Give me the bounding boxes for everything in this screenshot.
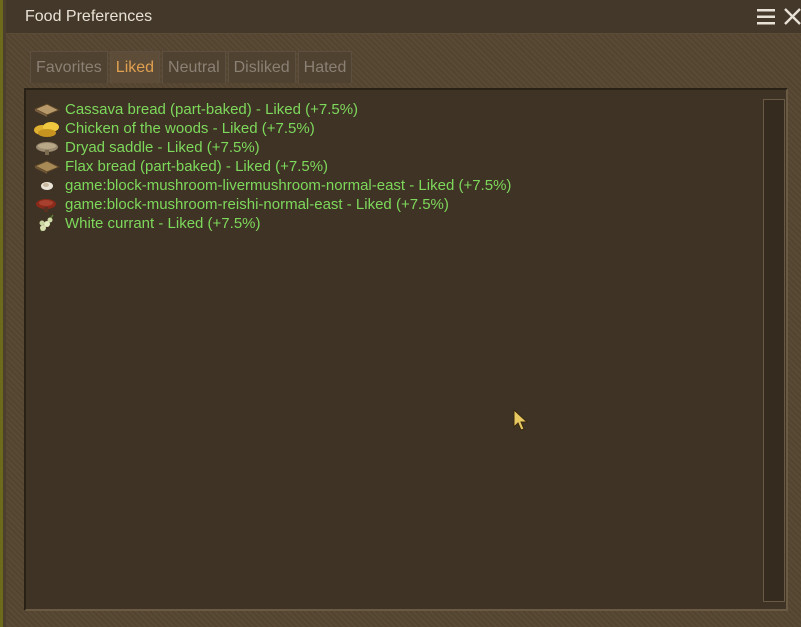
list-item[interactable]: Chicken of the woods - Liked (+7.5%) [33,119,511,138]
dryad-saddle-icon [33,138,61,157]
scrollbar[interactable] [763,99,785,602]
menu-icon[interactable] [757,8,775,25]
tab-hated[interactable]: Hated [297,51,353,83]
item-label: Dryad saddle - Liked (+7.5%) [65,139,260,156]
food-list: Cassava bread (part-baked) - Liked (+7.5… [33,100,511,233]
livermushroom-icon [33,176,61,195]
tab-disliked[interactable]: Disliked [227,51,296,83]
tab-neutral[interactable]: Neutral [162,51,226,83]
list-item[interactable]: Dryad saddle - Liked (+7.5%) [33,138,511,157]
item-label: Cassava bread (part-baked) - Liked (+7.5… [65,101,359,118]
title-bar[interactable]: Food Preferences [6,0,801,34]
item-label: Chicken of the woods - Liked (+7.5%) [65,120,315,137]
close-icon[interactable] [783,7,801,26]
bread-icon [33,100,61,119]
tab-favorites[interactable]: Favorites [30,51,108,83]
list-item[interactable]: Cassava bread (part-baked) - Liked (+7.5… [33,100,511,119]
mouse-cursor-icon [513,408,529,431]
chicken-of-the-woods-icon [33,119,61,138]
list-item[interactable]: game:block-mushroom-livermushroom-normal… [33,176,511,195]
window-title: Food Preferences [25,8,153,25]
item-label: Flax bread (part-baked) - Liked (+7.5%) [65,158,329,175]
item-label: game:block-mushroom-reishi-normal-east -… [65,196,449,213]
bread-icon [33,157,61,176]
tab-liked[interactable]: Liked [109,51,161,83]
item-label: game:block-mushroom-livermushroom-normal… [65,177,512,194]
item-label: White currant - Liked (+7.5%) [65,215,261,232]
list-item[interactable]: White currant - Liked (+7.5%) [33,214,511,233]
food-preferences-window: Food Preferences Favorites Liked Neutral… [0,0,801,627]
preference-tabs: Favorites Liked Neutral Disliked Hated [30,51,353,85]
reishi-mushroom-icon [33,195,61,214]
white-currant-icon [33,214,61,233]
list-item[interactable]: Flax bread (part-baked) - Liked (+7.5%) [33,157,511,176]
list-item[interactable]: game:block-mushroom-reishi-normal-east -… [33,195,511,214]
